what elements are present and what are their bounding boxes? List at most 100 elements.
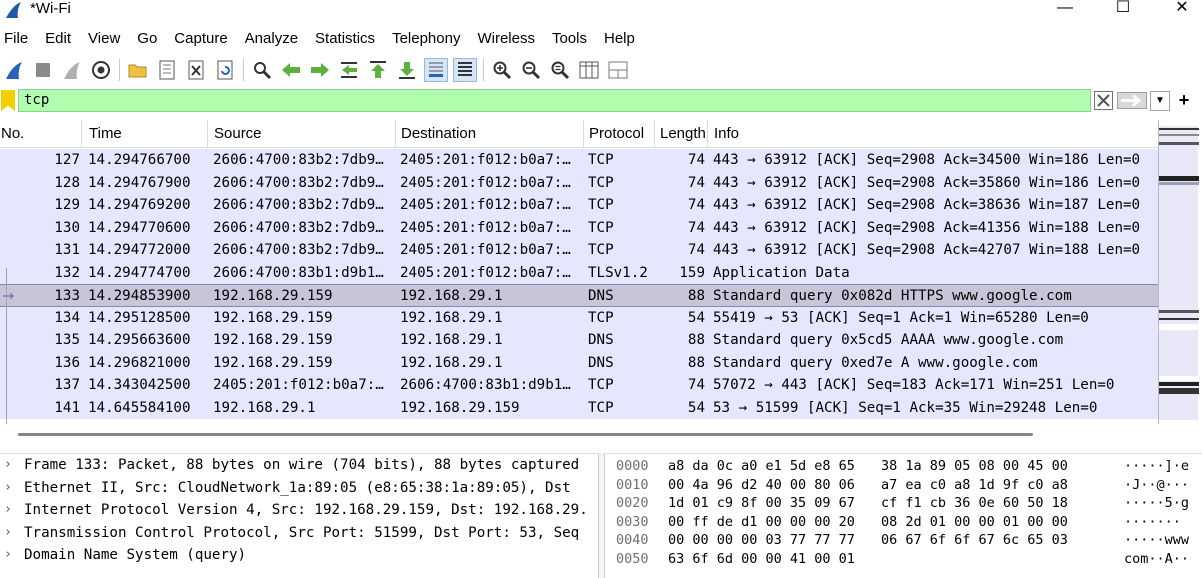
packet-cell-src: 192.168.29.159	[213, 309, 333, 326]
detail-tree-label: Ethernet II, Src: CloudNetwork_1a:89:05 …	[24, 479, 571, 496]
packet-row[interactable]: 128 14.294767900 2606:4700:83b2:7db9… 2405:…	[0, 171, 1158, 194]
hex-row[interactable]: 0020 1d 01 c9 8f 00 35 09 67 cf f1 cb 36 0…	[606, 494, 1202, 513]
detail-tree-item[interactable]: › Ethernet II, Src: CloudNetwork_1a:89:05…	[0, 477, 598, 500]
go-last-icon[interactable]	[395, 58, 419, 82]
reload-file-icon[interactable]	[213, 58, 237, 82]
add-filter-button-icon[interactable]: +	[1175, 89, 1193, 111]
apply-filter-icon[interactable]	[1117, 92, 1147, 109]
maximize-button[interactable]: ☐	[1103, 0, 1143, 18]
start-capture-icon[interactable]	[2, 58, 26, 82]
hscroll-thumb[interactable]	[18, 433, 1033, 436]
packet-cell-proto: TCP	[588, 399, 614, 416]
packet-row[interactable]: 130 14.294770600 2606:4700:83b2:7db9… 2405:…	[0, 216, 1158, 239]
display-filter-input[interactable]: tcp	[18, 89, 1091, 112]
save-file-icon[interactable]	[155, 58, 179, 82]
hex-ascii: ·······	[1124, 513, 1181, 530]
packet-cell-proto: DNS	[588, 288, 614, 304]
menu-telephony[interactable]: Telephony	[388, 28, 470, 52]
menu-tools[interactable]: Tools	[548, 28, 597, 52]
menu-view[interactable]: View	[84, 28, 130, 52]
menu-file[interactable]: File	[0, 28, 38, 52]
column-header-info[interactable]: Info	[709, 120, 1158, 148]
hex-row[interactable]: 0010 00 4a 96 d2 40 00 80 06 a7 ea c0 a8 1…	[606, 476, 1202, 495]
colorize-icon[interactable]	[453, 58, 477, 82]
expand-chevron-icon[interactable]: ›	[4, 544, 16, 566]
packet-list-hscrollbar[interactable]	[0, 428, 1158, 442]
column-header-time[interactable]: Time	[83, 120, 208, 148]
packet-cell-proto: TCP	[588, 242, 614, 258]
zoom-normal-icon[interactable]	[548, 58, 572, 82]
go-first-icon[interactable]	[366, 58, 390, 82]
close-button[interactable]: ✕	[1162, 0, 1202, 18]
packet-list: No. Time Source Destination Protocol Len…	[0, 120, 1158, 424]
go-forward-icon[interactable]	[308, 58, 332, 82]
minimize-button[interactable]: —	[1045, 0, 1085, 18]
packet-row[interactable]: 131 14.294772000 2606:4700:83b2:7db9… 2405:…	[0, 239, 1158, 262]
packet-row[interactable]: 135 14.295663600 192.168.29.159 192.168.29.…	[0, 329, 1158, 352]
hex-row[interactable]: 0000 a8 da 0c a0 e1 5d e8 65 38 1a 89 05 0…	[606, 457, 1202, 476]
menu-statistics[interactable]: Statistics	[311, 28, 385, 52]
packet-minimap[interactable]	[1158, 120, 1199, 424]
packet-cell-src: 192.168.29.159	[213, 332, 333, 348]
expand-chevron-icon[interactable]: ›	[4, 454, 16, 476]
close-file-icon[interactable]	[184, 58, 208, 82]
packet-row[interactable]: 141 14.645584100 192.168.29.1 192.168.29.15…	[0, 396, 1158, 419]
column-header-protocol[interactable]: Protocol	[585, 120, 655, 148]
menu-capture[interactable]: Capture	[170, 28, 237, 52]
packet-cell-time: 14.645584100	[88, 399, 191, 416]
packet-cell-no: 129	[54, 197, 80, 213]
expand-chevron-icon[interactable]: ›	[4, 522, 16, 544]
packet-cell-time: 14.295663600	[88, 332, 191, 348]
detail-tree-item[interactable]: › Frame 133: Packet, 88 bytes on wire (70…	[0, 454, 598, 477]
find-packet-icon[interactable]	[250, 58, 274, 82]
menu-go[interactable]: Go	[133, 28, 167, 52]
stop-capture-icon[interactable]	[31, 58, 55, 82]
hex-row[interactable]: 0030 00 ff de d1 00 00 00 20 08 2d 01 00 0…	[606, 513, 1202, 532]
bookmark-flag-icon[interactable]	[1, 90, 15, 111]
hex-offset: 0050	[616, 550, 649, 567]
menu-wireless[interactable]: Wireless	[473, 28, 545, 52]
packet-cell-proto: TCP	[588, 219, 614, 236]
pane-splitter[interactable]	[598, 453, 605, 578]
go-back-icon[interactable]	[279, 58, 303, 82]
packet-row[interactable]: 129 14.294769200 2606:4700:83b2:7db9… 2405:…	[0, 194, 1158, 217]
capture-options-icon[interactable]	[89, 58, 113, 82]
menu-help[interactable]: Help	[600, 28, 645, 52]
packet-row[interactable]: 133 14.294853900 192.168.29.159 192.168.29.…	[0, 284, 1158, 307]
resize-columns-icon[interactable]	[577, 58, 601, 82]
column-header-no[interactable]: No.	[0, 120, 82, 148]
detail-tree-item[interactable]: › Transmission Control Protocol, Src Port…	[0, 522, 598, 545]
menu-edit[interactable]: Edit	[41, 28, 81, 52]
packet-cell-dst: 2405:201:f012:b0a7:…	[400, 174, 571, 191]
packet-cell-dst: 2405:201:f012:b0a7:…	[400, 219, 571, 236]
display-filter-bar: tcp ▼ +	[0, 89, 1202, 113]
detail-tree-item[interactable]: › Internet Protocol Version 4, Src: 192.1…	[0, 499, 598, 522]
column-header-destination[interactable]: Destination	[397, 120, 584, 148]
zoom-in-icon[interactable]	[490, 58, 514, 82]
restart-capture-icon[interactable]	[60, 58, 84, 82]
auto-scroll-icon[interactable]	[424, 58, 448, 82]
hex-row[interactable]: 0050 63 6f 6d 00 00 41 00 01 com··A··	[606, 550, 1202, 569]
hex-offset: 0040	[616, 532, 649, 548]
packet-cell-info: 443 → 63912 [ACK] Seq=2908 Ack=38636 Win…	[713, 197, 1141, 213]
filter-history-dropdown-icon[interactable]: ▼	[1150, 91, 1170, 111]
packet-row[interactable]: 137 14.343042500 2405:201:f012:b0a7:… 2606:…	[0, 374, 1158, 397]
packet-cell-no: 141	[54, 399, 80, 416]
menu-analyze[interactable]: Analyze	[241, 28, 308, 52]
go-to-packet-icon[interactable]	[337, 58, 361, 82]
expand-chevron-icon[interactable]: ›	[4, 477, 16, 499]
packet-row[interactable]: 136 14.296821000 192.168.29.159 192.168.29.…	[0, 351, 1158, 374]
layout-panes-icon[interactable]	[606, 58, 630, 82]
packet-row[interactable]: 132 14.294774700 2606:4700:83b1:d9b1… 2405:…	[0, 261, 1158, 284]
zoom-out-icon[interactable]	[519, 58, 543, 82]
column-header-source[interactable]: Source	[209, 120, 396, 148]
packet-row[interactable]: 127 14.294766700 2606:4700:83b2:7db9… 2405:…	[0, 149, 1158, 172]
packet-row[interactable]: 134 14.295128500 192.168.29.159 192.168.29.…	[0, 306, 1158, 329]
packet-cell-len: 88	[687, 354, 705, 371]
expand-chevron-icon[interactable]: ›	[4, 499, 16, 521]
open-file-icon[interactable]	[126, 58, 150, 82]
hex-row[interactable]: 0040 00 00 00 00 03 77 77 77 06 67 6f 6f 6…	[606, 531, 1202, 550]
clear-filter-icon[interactable]	[1094, 91, 1113, 110]
detail-tree-item[interactable]: › Domain Name System (query)	[0, 544, 598, 567]
column-header-length[interactable]: Length	[656, 120, 708, 148]
